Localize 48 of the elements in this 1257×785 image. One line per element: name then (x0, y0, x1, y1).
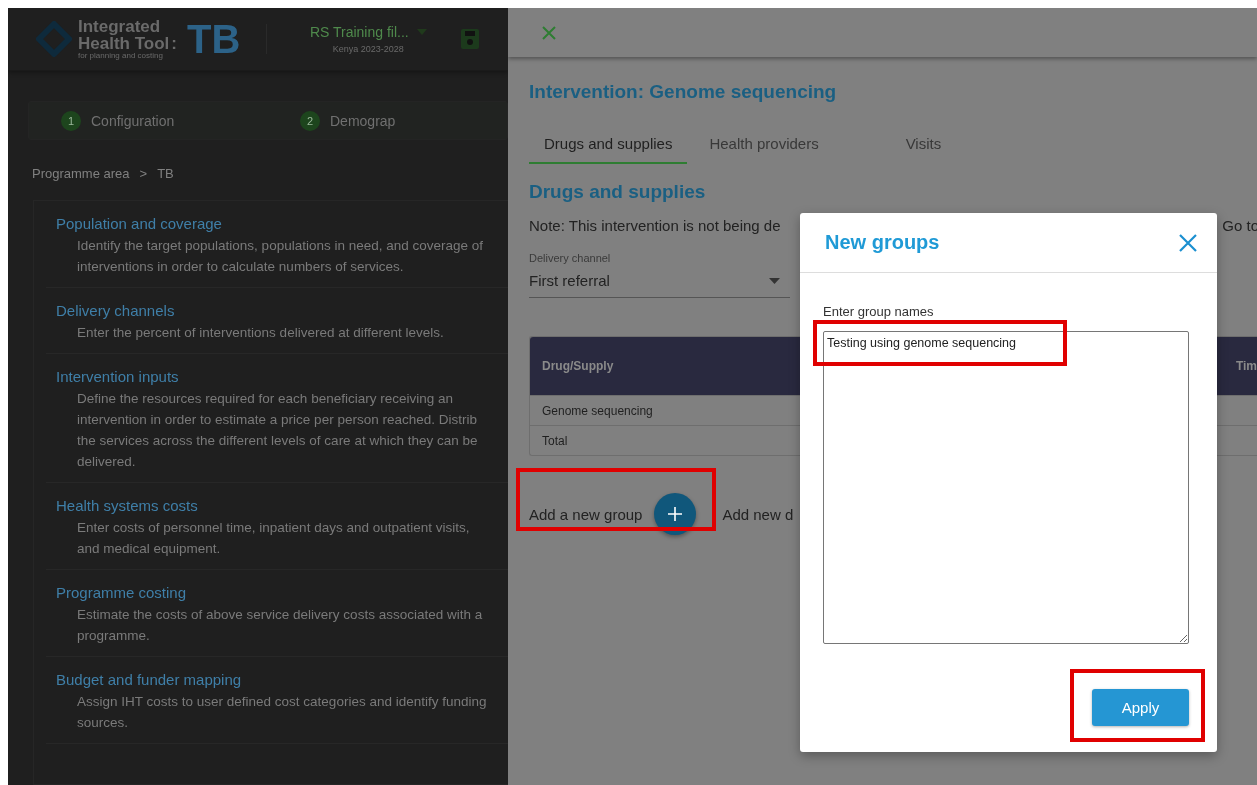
step-label[interactable]: Configuration (91, 112, 175, 129)
tab[interactable]: Health providers (694, 127, 834, 164)
column-header: Drug/Supply (541, 359, 615, 373)
breadcrumb-item[interactable]: Programme area (32, 166, 130, 181)
module-name: TB (186, 16, 241, 62)
intervention-title: Intervention: Genome sequencing (529, 81, 838, 103)
section-title[interactable]: Delivery channels (56, 302, 508, 319)
section-title[interactable]: Population and coverage (56, 215, 508, 232)
step-label[interactable]: Demograp (330, 112, 396, 129)
logo-text: Integrated (78, 18, 162, 35)
apply-button[interactable]: Apply (1092, 689, 1189, 726)
delivery-channel-select[interactable]: First referral (529, 270, 790, 298)
section-description: Enter costs of personnel time, inpatient days and outpatient visits, and medical equipment. (76, 519, 471, 558)
plus-icon (667, 506, 684, 522)
section-title[interactable]: Health systems costs (56, 497, 508, 514)
step-number[interactable]: 2 (300, 110, 320, 131)
section-title[interactable]: Programme costing (56, 584, 508, 601)
table-cell-text: Total (541, 433, 568, 448)
step-number[interactable]: 1 (61, 110, 81, 131)
breadcrumb-separator: > (139, 166, 148, 181)
table-cell-text: Genome sequencing (541, 403, 653, 418)
logo-text: Health Tool (78, 35, 170, 52)
logo-colon: : (171, 35, 177, 52)
section-description: Define the resources required for each beneficiary receiving an intervention in order to estimate a price per person reached. Distrib the services across the different levels of care at which they can be delivered. (76, 390, 479, 471)
section-title[interactable]: Budget and funder mapping (56, 671, 508, 688)
file-subtitle: Kenya 2023-2028 (332, 44, 404, 54)
close-icon[interactable] (1179, 233, 1197, 252)
file-name[interactable]: RS Training fil... (309, 24, 409, 40)
tab[interactable]: Drugs and supplies (529, 127, 688, 164)
section-description: Estimate the costs of above service delivery costs associated with a programme. (76, 606, 484, 645)
section-title[interactable]: Intervention inputs (56, 368, 508, 385)
breadcrumb-item[interactable]: TB (157, 166, 174, 181)
add-group-label: Add a new group (529, 505, 643, 523)
add-button[interactable] (654, 493, 697, 535)
note-text: Note: This intervention is not being de (529, 217, 781, 234)
section-description: Assign IHT costs to user defined cost categories and identify funding sources. (76, 693, 488, 732)
tab[interactable]: Visits (890, 127, 957, 164)
section-description: Identify the target populations, populations in need, and coverage of interventions in order to calculate numbers of services. (76, 237, 485, 276)
field-label: Delivery channel (529, 252, 612, 264)
column-header: Tim (1234, 359, 1257, 373)
dialog-title: New groups (825, 231, 940, 254)
logo-icon (36, 21, 72, 57)
section-description: Enter the percent of interventions delivered at different levels. (76, 324, 445, 342)
section-heading: Drugs and supplies (529, 181, 707, 203)
group-names-field[interactable]: Testing using genome sequencing (823, 331, 1189, 644)
caret-icon[interactable] (769, 277, 780, 284)
add-drug-label: Add new d (722, 505, 794, 523)
field-label: Enter group names (823, 304, 935, 319)
